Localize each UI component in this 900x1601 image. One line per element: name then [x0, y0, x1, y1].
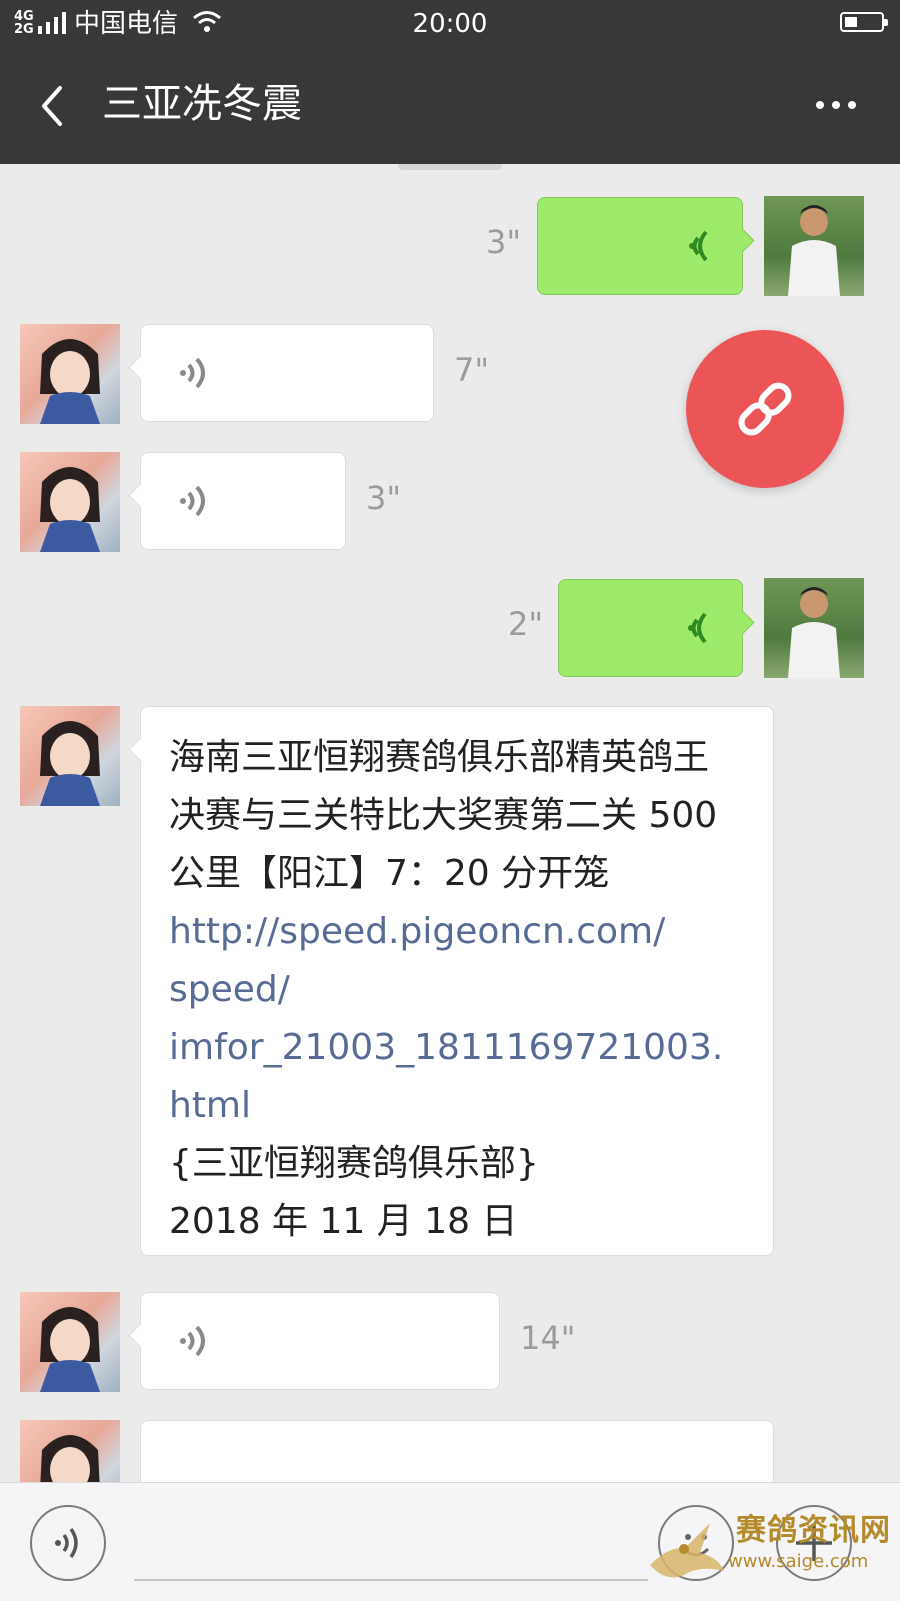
- voice-message-bubble[interactable]: [558, 579, 743, 677]
- voice-duration: 14": [520, 1319, 576, 1357]
- voice-wave-icon: [689, 230, 708, 262]
- message-link-line[interactable]: http://speed.pigeoncn.com/: [169, 903, 745, 961]
- voice-message-bubble[interactable]: [140, 452, 346, 550]
- message-input[interactable]: [134, 1579, 648, 1581]
- my-avatar[interactable]: [764, 196, 864, 296]
- voice-wave-icon: [180, 357, 205, 389]
- my-avatar[interactable]: [764, 578, 864, 678]
- voice-message-bubble[interactable]: [537, 197, 743, 295]
- back-arrow-icon[interactable]: [34, 82, 74, 130]
- contact-avatar[interactable]: [20, 1292, 120, 1392]
- partial-message-bubble[interactable]: [140, 1420, 774, 1482]
- chat-header: 三亚冼冬震: [0, 48, 900, 164]
- voice-wave-icon: [180, 485, 205, 517]
- contact-avatar[interactable]: [20, 706, 120, 806]
- message-link-line[interactable]: imfor_21003_1811169721003.: [169, 1019, 745, 1077]
- watermark-url: www.saige.com: [728, 1551, 869, 1572]
- voice-message-bubble[interactable]: [140, 1292, 500, 1390]
- pigeon-logo-icon: [650, 1523, 724, 1578]
- chat-title: 三亚冼冬震: [102, 81, 302, 127]
- message-list[interactable]: 3" 7" 3" 2" 海南三亚恒翔赛鸽俱乐部精英鸽王 决赛与三关特比大奖赛第二…: [0, 164, 900, 1482]
- voice-duration: 3": [486, 223, 522, 261]
- voice-message-bubble[interactable]: [140, 324, 434, 422]
- voice-input-button[interactable]: [30, 1505, 106, 1581]
- contact-avatar[interactable]: [20, 324, 120, 424]
- site-watermark: 赛鸽资讯网 www.saige.com: [640, 1505, 900, 1599]
- scroll-indicator: [398, 164, 502, 170]
- voice-wave-icon: [688, 612, 707, 644]
- message-text-line: 公里【阳江】7：20 分开笼: [169, 853, 610, 894]
- voice-wave-icon: [180, 1325, 205, 1357]
- message-link-line[interactable]: html: [169, 1077, 745, 1135]
- message-text-line: 海南三亚恒翔赛鸽俱乐部精英鸽王: [169, 737, 710, 778]
- more-options-icon[interactable]: [812, 94, 860, 114]
- watermark-name: 赛鸽资讯网: [736, 1513, 891, 1548]
- voice-input-icon: [55, 1527, 78, 1559]
- voice-duration: 2": [508, 605, 544, 643]
- message-link-line[interactable]: speed/: [169, 961, 745, 1019]
- input-bar: 赛鸽资讯网 www.saige.com: [0, 1482, 900, 1601]
- contact-avatar[interactable]: [20, 452, 120, 552]
- clock: 20:00: [412, 9, 488, 39]
- link-icon: [738, 382, 792, 436]
- contact-avatar[interactable]: [20, 1420, 120, 1482]
- voice-duration: 7": [454, 351, 490, 389]
- message-text-line: 决赛与三关特比大奖赛第二关 500: [169, 795, 718, 836]
- text-message-bubble[interactable]: 海南三亚恒翔赛鸽俱乐部精英鸽王 决赛与三关特比大奖赛第二关 500 公里【阳江】…: [140, 706, 774, 1256]
- link-floating-button[interactable]: [686, 330, 844, 488]
- status-bar: 4G 2G 中国电信 20:00: [0, 0, 900, 48]
- message-text-line: {三亚恒翔赛鸽俱乐部}: [169, 1143, 539, 1184]
- battery-icon: [840, 12, 888, 32]
- message-text-line: 2018 年 11 月 18 日: [169, 1201, 518, 1242]
- voice-duration: 3": [366, 479, 402, 517]
